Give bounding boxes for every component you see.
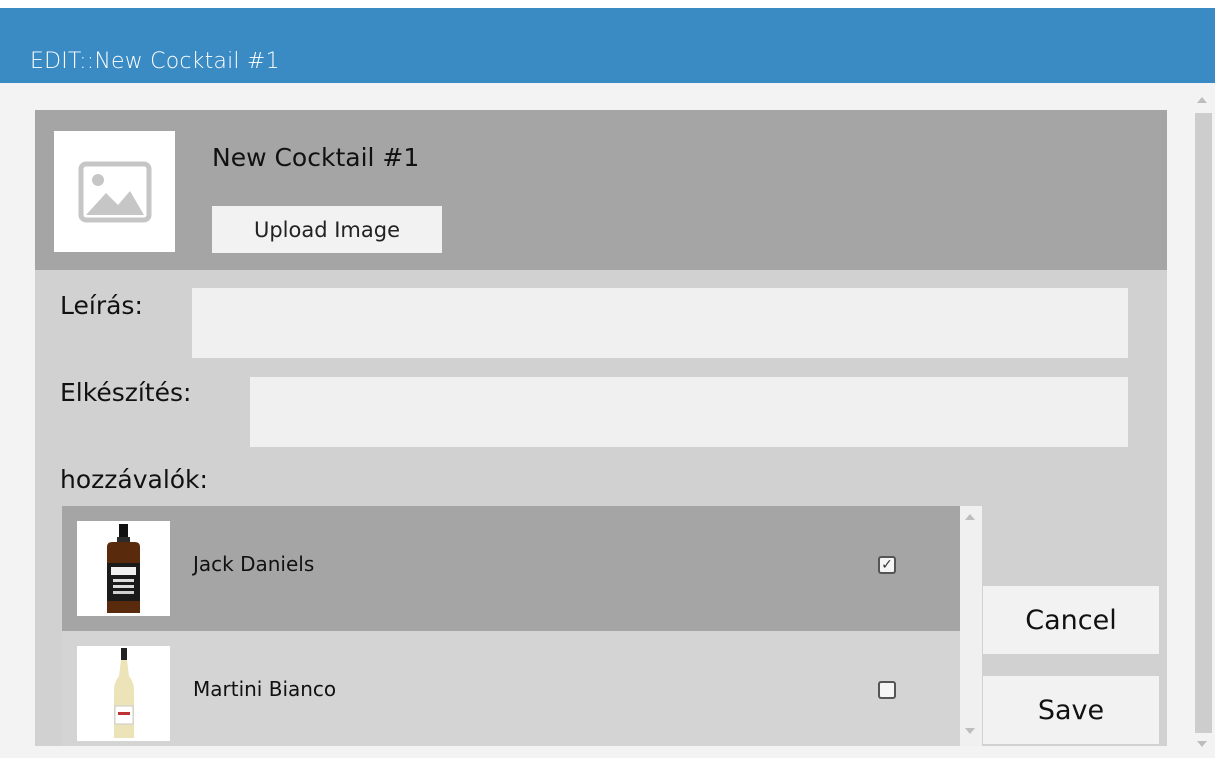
preparation-field[interactable] — [250, 377, 1128, 447]
cocktail-name: New Cocktail #1 — [212, 143, 420, 172]
scroll-down-arrow-icon[interactable] — [1197, 741, 1207, 747]
ingredient-row[interactable]: Martini Bianco — [62, 631, 960, 756]
ingredients-list: Jack Daniels ✓ Martini Bianco — [62, 506, 960, 746]
scroll-up-arrow-icon[interactable] — [1197, 97, 1207, 103]
ingredient-checkbox[interactable] — [878, 681, 896, 699]
ingredients-label: hozzávalók: — [60, 465, 208, 494]
scroll-down-arrow-icon[interactable] — [965, 728, 975, 734]
upload-image-button[interactable]: Upload Image — [212, 206, 442, 253]
cocktail-image-slot — [54, 131, 175, 252]
image-placeholder-icon — [78, 161, 152, 223]
ingredients-scrollbar[interactable] — [960, 506, 982, 746]
cocktail-header: New Cocktail #1 Upload Image — [35, 110, 1167, 270]
description-label: Leírás: — [60, 291, 143, 320]
cocktail-edit-panel: New Cocktail #1 Upload Image Leírás: Elk… — [35, 110, 1167, 746]
scrollbar-thumb[interactable] — [1195, 113, 1212, 733]
window-title: EDIT::New Cocktail #1 — [30, 49, 280, 74]
cancel-button[interactable]: Cancel — [983, 586, 1159, 654]
ingredient-row[interactable]: Jack Daniels ✓ — [62, 506, 960, 631]
ingredient-name: Jack Daniels — [193, 552, 315, 576]
window-scrollbar[interactable] — [1193, 91, 1215, 758]
edit-cocktail-window: EDIT::New Cocktail #1 New Cocktail #1 Up… — [0, 8, 1215, 758]
save-button[interactable]: Save — [983, 676, 1159, 744]
preparation-label: Elkészítés: — [60, 378, 192, 407]
whiskey-bottle-image — [77, 521, 170, 616]
scroll-up-arrow-icon[interactable] — [965, 514, 975, 520]
ingredient-name: Martini Bianco — [193, 677, 337, 701]
title-bar: EDIT::New Cocktail #1 — [0, 8, 1215, 83]
ingredient-checkbox[interactable]: ✓ — [878, 556, 896, 574]
martini-bottle-image — [77, 646, 170, 741]
description-field[interactable] — [192, 288, 1128, 358]
